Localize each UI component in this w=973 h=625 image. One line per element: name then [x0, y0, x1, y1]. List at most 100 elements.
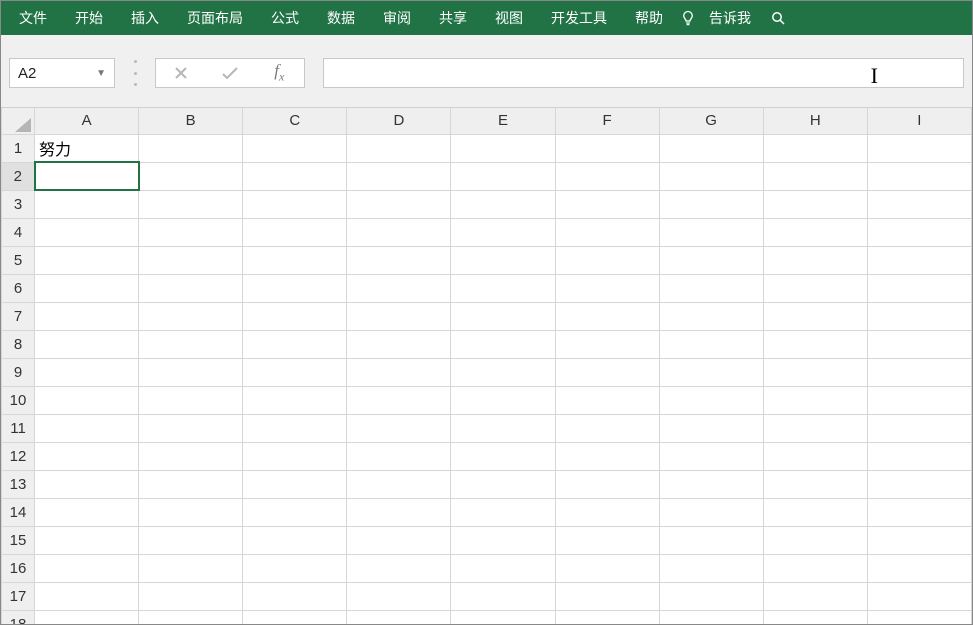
tell-me[interactable]: 告诉我: [699, 1, 761, 35]
tab-page-layout[interactable]: 页面布局: [173, 1, 257, 35]
cell[interactable]: [763, 386, 867, 414]
cell[interactable]: [243, 470, 347, 498]
tab-data[interactable]: 数据: [313, 1, 369, 35]
cell[interactable]: [451, 218, 555, 246]
lightbulb-icon[interactable]: [677, 1, 699, 35]
cell[interactable]: [347, 470, 451, 498]
row-header[interactable]: 2: [2, 162, 35, 190]
col-header[interactable]: E: [451, 108, 555, 134]
cell[interactable]: [659, 190, 763, 218]
tab-review[interactable]: 审阅: [369, 1, 425, 35]
cell[interactable]: [139, 582, 243, 610]
col-header[interactable]: D: [347, 108, 451, 134]
cell[interactable]: [555, 554, 659, 582]
cell[interactable]: [555, 610, 659, 624]
tab-formulas[interactable]: 公式: [257, 1, 313, 35]
cell[interactable]: [35, 358, 139, 386]
cell[interactable]: [555, 386, 659, 414]
cell[interactable]: [347, 246, 451, 274]
cell[interactable]: [763, 470, 867, 498]
cell[interactable]: [35, 330, 139, 358]
cell[interactable]: [139, 162, 243, 190]
cell[interactable]: [867, 330, 971, 358]
cell[interactable]: [867, 302, 971, 330]
cell[interactable]: [243, 302, 347, 330]
cell[interactable]: [35, 386, 139, 414]
cell-A1[interactable]: 努力: [35, 134, 139, 162]
cell[interactable]: [451, 190, 555, 218]
cell[interactable]: [347, 414, 451, 442]
cell[interactable]: [555, 302, 659, 330]
row-header[interactable]: 10: [2, 386, 35, 414]
cell[interactable]: [243, 414, 347, 442]
cell[interactable]: [139, 134, 243, 162]
insert-function-button[interactable]: fx: [255, 59, 304, 87]
cell[interactable]: [763, 162, 867, 190]
cell[interactable]: [347, 386, 451, 414]
cell[interactable]: [867, 274, 971, 302]
cell[interactable]: [555, 498, 659, 526]
cell[interactable]: [867, 526, 971, 554]
cell[interactable]: [555, 330, 659, 358]
row-header[interactable]: 7: [2, 302, 35, 330]
row-header[interactable]: 3: [2, 190, 35, 218]
cell[interactable]: [35, 302, 139, 330]
cell[interactable]: [243, 218, 347, 246]
cell[interactable]: [243, 190, 347, 218]
cell[interactable]: [35, 470, 139, 498]
cell[interactable]: [555, 442, 659, 470]
cell[interactable]: [451, 498, 555, 526]
cell[interactable]: [347, 330, 451, 358]
cell[interactable]: [243, 246, 347, 274]
cell[interactable]: [451, 162, 555, 190]
cell[interactable]: [867, 554, 971, 582]
cell[interactable]: [347, 582, 451, 610]
cell[interactable]: [243, 554, 347, 582]
cell[interactable]: [243, 442, 347, 470]
cell[interactable]: [139, 526, 243, 554]
cell[interactable]: [347, 134, 451, 162]
cell[interactable]: [35, 610, 139, 624]
cell[interactable]: [867, 162, 971, 190]
tab-help[interactable]: 帮助: [621, 1, 677, 35]
row-header[interactable]: 11: [2, 414, 35, 442]
cell[interactable]: [35, 274, 139, 302]
cell[interactable]: [659, 358, 763, 386]
col-header[interactable]: I: [867, 108, 971, 134]
row-header[interactable]: 18: [2, 610, 35, 624]
cell[interactable]: [555, 246, 659, 274]
cell[interactable]: [243, 162, 347, 190]
row-header[interactable]: 6: [2, 274, 35, 302]
cell[interactable]: [347, 162, 451, 190]
cell[interactable]: [867, 470, 971, 498]
cell[interactable]: [555, 134, 659, 162]
cell[interactable]: [139, 442, 243, 470]
cell[interactable]: [243, 610, 347, 624]
cell[interactable]: [347, 554, 451, 582]
cell[interactable]: [659, 526, 763, 554]
row-header[interactable]: 12: [2, 442, 35, 470]
select-all-corner[interactable]: [2, 108, 35, 134]
cell[interactable]: [763, 274, 867, 302]
cell[interactable]: [451, 442, 555, 470]
cell[interactable]: [347, 358, 451, 386]
cell[interactable]: [555, 190, 659, 218]
cell[interactable]: [659, 386, 763, 414]
cell[interactable]: [139, 190, 243, 218]
cell[interactable]: [763, 610, 867, 624]
cell[interactable]: [659, 498, 763, 526]
cell[interactable]: [35, 190, 139, 218]
cell[interactable]: [659, 582, 763, 610]
cell[interactable]: [451, 386, 555, 414]
cell[interactable]: [867, 610, 971, 624]
cell[interactable]: [35, 498, 139, 526]
cell[interactable]: [451, 274, 555, 302]
cell[interactable]: [451, 470, 555, 498]
cell[interactable]: [867, 190, 971, 218]
cell[interactable]: [763, 358, 867, 386]
cell[interactable]: [555, 470, 659, 498]
cell[interactable]: [451, 554, 555, 582]
cell[interactable]: [451, 610, 555, 624]
cell[interactable]: [555, 358, 659, 386]
cell[interactable]: [555, 414, 659, 442]
